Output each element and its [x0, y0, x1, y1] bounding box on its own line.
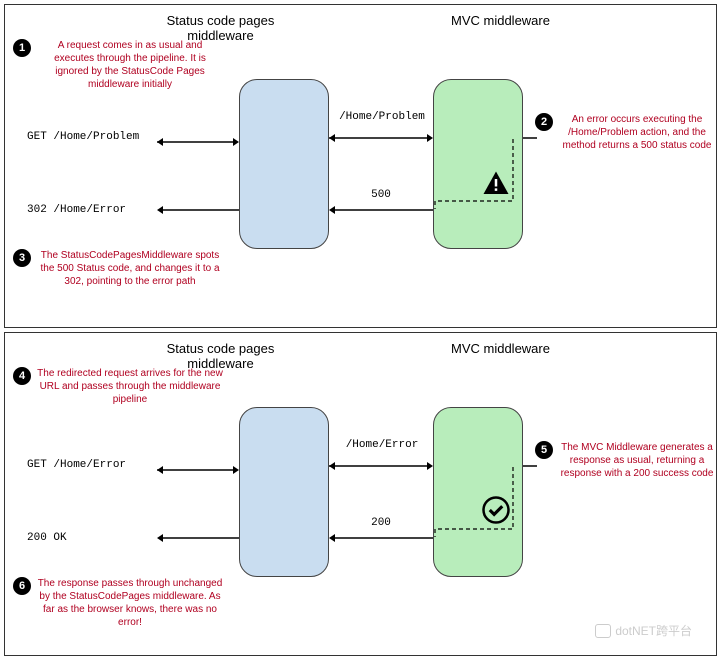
panel-inner-2: 4 The redirected request arrives for the…	[9, 377, 712, 647]
dashed-return-path-1	[433, 133, 515, 209]
diagram-panel-top: Status code pages middleware MVC middlew…	[4, 4, 717, 328]
wechat-icon	[595, 624, 611, 638]
annotation-2-text: An error occurs executing the /Home/Prob…	[559, 113, 715, 152]
status-code-pages-box-2	[239, 407, 329, 577]
step-number-6: 6	[13, 577, 31, 595]
arrow-mvc-to-status-500	[329, 205, 433, 215]
flow-label-home-problem: /Home/Problem	[337, 111, 427, 123]
step-number-2: 2	[535, 113, 553, 131]
flow-label-home-error: /Home/Error	[337, 439, 427, 451]
flow-label-200: 200	[361, 517, 401, 529]
annotation-3: 3 The StatusCodePagesMiddleware spots th…	[13, 249, 223, 288]
diagram-panel-bottom: Status code pages middleware MVC middlew…	[4, 332, 717, 656]
request-line-4: 200 OK	[27, 532, 67, 544]
annotation-6-text: The response passes through unchanged by…	[37, 577, 223, 629]
arrow-status-to-client-200	[157, 533, 239, 543]
panel-inner: 1 A request comes in as usual and execut…	[9, 49, 712, 319]
arrow-status-to-client-302	[157, 205, 239, 215]
status-code-pages-box	[239, 79, 329, 249]
arrow-status-to-mvc-1	[329, 133, 433, 143]
watermark: dotNET跨平台	[595, 622, 692, 639]
flow-label-500: 500	[361, 189, 401, 201]
arrow-to-status-2	[157, 465, 239, 475]
annotation-1: 1 A request comes in as usual and execut…	[13, 39, 223, 91]
arrow-mvc-to-status-200	[329, 533, 433, 543]
mvc-middleware-header: MVC middleware	[421, 13, 581, 43]
annotation-1-text: A request comes in as usual and executes…	[37, 39, 223, 91]
dashed-return-path-2	[433, 461, 515, 537]
annotation-3-text: The StatusCodePagesMiddleware spots the …	[37, 249, 223, 288]
request-line-3: GET /Home/Error	[27, 459, 126, 471]
step-number-5: 5	[535, 441, 553, 459]
step-number-1: 1	[13, 39, 31, 57]
request-line-1: GET /Home/Problem	[27, 131, 139, 143]
step-number-3: 3	[13, 249, 31, 267]
annotation-5: 5 The MVC Middleware generates a respons…	[535, 441, 715, 480]
annotation-5-text: The MVC Middleware generates a response …	[559, 441, 715, 480]
annotation-2: 2 An error occurs executing the /Home/Pr…	[535, 113, 715, 152]
annotation-6: 6 The response passes through unchanged …	[13, 577, 223, 629]
arrow-to-status-1	[157, 137, 239, 147]
arrow-status-to-mvc-2	[329, 461, 433, 471]
watermark-text: dotNET跨平台	[615, 622, 692, 639]
request-line-2: 302 /Home/Error	[27, 204, 126, 216]
annotation-4: 4 The redirected request arrives for the…	[13, 367, 223, 406]
mvc-middleware-header-2: MVC middleware	[421, 341, 581, 371]
step-number-4: 4	[13, 367, 31, 385]
annotation-4-text: The redirected request arrives for the n…	[37, 367, 223, 406]
